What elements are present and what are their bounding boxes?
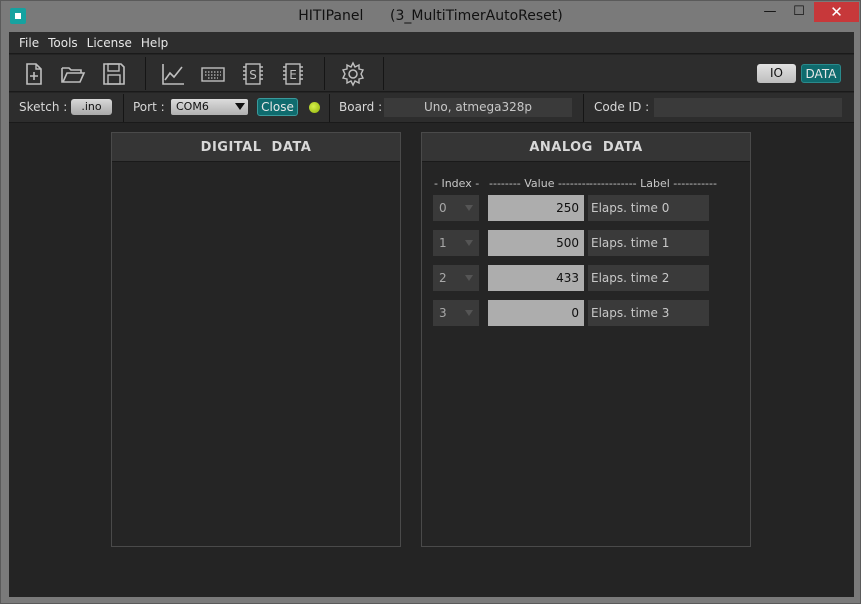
toolbar: S E IO DATA: [9, 55, 854, 92]
menu-help[interactable]: Help: [141, 36, 168, 50]
value-column-header: -------- Value --------: [489, 177, 590, 190]
gear-icon[interactable]: [340, 61, 366, 87]
analog-data-title: ANALOG DATA: [422, 133, 750, 162]
index-select[interactable]: 2: [433, 265, 479, 291]
app-window: HITIPanel (3_MultiTimerAutoReset) — ☐ ✕ …: [0, 0, 861, 604]
status-divider: [583, 94, 584, 122]
open-folder-icon[interactable]: [60, 61, 86, 87]
svg-text:E: E: [289, 68, 297, 82]
menu-bar: File Tools License Help: [9, 32, 854, 54]
value-field[interactable]: 250: [488, 195, 584, 221]
svg-text:S: S: [249, 68, 257, 82]
data-view-button[interactable]: DATA: [801, 64, 841, 83]
close-window-button[interactable]: ✕: [814, 2, 859, 22]
sketch-label: Sketch :: [19, 100, 68, 114]
board-label: Board :: [339, 100, 383, 114]
port-label: Port :: [133, 100, 165, 114]
toolbar-divider: [383, 57, 384, 90]
analog-data-panel: ANALOG DATA - Index - -------- Value ---…: [421, 132, 751, 547]
chevron-down-icon: [465, 310, 473, 316]
value-field[interactable]: 0: [488, 300, 584, 326]
title-bar[interactable]: HITIPanel (3_MultiTimerAutoReset) — ☐ ✕: [1, 1, 860, 32]
close-port-button[interactable]: Close: [257, 98, 298, 116]
new-file-icon[interactable]: [21, 61, 47, 87]
label-field[interactable]: Elaps. time 1: [588, 230, 709, 256]
status-divider: [329, 94, 330, 122]
index-select[interactable]: 0: [433, 195, 479, 221]
label-field[interactable]: Elaps. time 3: [588, 300, 709, 326]
e-chip-icon[interactable]: E: [280, 61, 306, 87]
chart-icon[interactable]: [160, 61, 186, 87]
menu-file[interactable]: File: [19, 36, 39, 50]
index-select[interactable]: 3: [433, 300, 479, 326]
board-field: Uno, atmega328p: [384, 98, 572, 117]
toolbar-divider: [324, 57, 325, 90]
value-field[interactable]: 433: [488, 265, 584, 291]
menu-license[interactable]: License: [87, 36, 132, 50]
client-area: File Tools License Help S E IO DATA Sket…: [9, 32, 854, 597]
index-value: 0: [439, 201, 447, 215]
connection-bar: Sketch : .ino Port : COM6 Close Board : …: [9, 93, 854, 123]
keyboard-icon[interactable]: [200, 61, 226, 87]
label-field[interactable]: Elaps. time 2: [588, 265, 709, 291]
s-chip-icon[interactable]: S: [240, 61, 266, 87]
label-column-header: ------------ Label -----------: [589, 177, 717, 190]
index-value: 1: [439, 236, 447, 250]
index-value: 2: [439, 271, 447, 285]
port-select[interactable]: COM6: [171, 99, 248, 115]
port-value: COM6: [176, 100, 209, 113]
index-column-header: - Index -: [434, 177, 480, 190]
menu-tools[interactable]: Tools: [48, 36, 78, 50]
maximize-button[interactable]: ☐: [785, 2, 813, 22]
value-field[interactable]: 500: [488, 230, 584, 256]
io-view-button[interactable]: IO: [757, 64, 796, 83]
chevron-down-icon: [465, 275, 473, 281]
index-select[interactable]: 1: [433, 230, 479, 256]
window-title: HITIPanel (3_MultiTimerAutoReset): [298, 8, 563, 24]
sketch-ino-button[interactable]: .ino: [71, 99, 112, 115]
chevron-down-icon: [465, 205, 473, 211]
codeid-field: [654, 98, 842, 117]
digital-data-panel: DIGITAL DATA: [111, 132, 401, 547]
connection-status-led: [309, 102, 320, 113]
chevron-down-icon: [465, 240, 473, 246]
chevron-down-icon: [235, 103, 245, 110]
codeid-label: Code ID :: [594, 100, 650, 114]
index-value: 3: [439, 306, 447, 320]
status-divider: [123, 94, 124, 122]
label-field[interactable]: Elaps. time 0: [588, 195, 709, 221]
toolbar-divider: [145, 57, 146, 90]
digital-data-title: DIGITAL DATA: [112, 133, 400, 162]
save-icon[interactable]: [101, 61, 127, 87]
minimize-button[interactable]: —: [755, 2, 785, 22]
